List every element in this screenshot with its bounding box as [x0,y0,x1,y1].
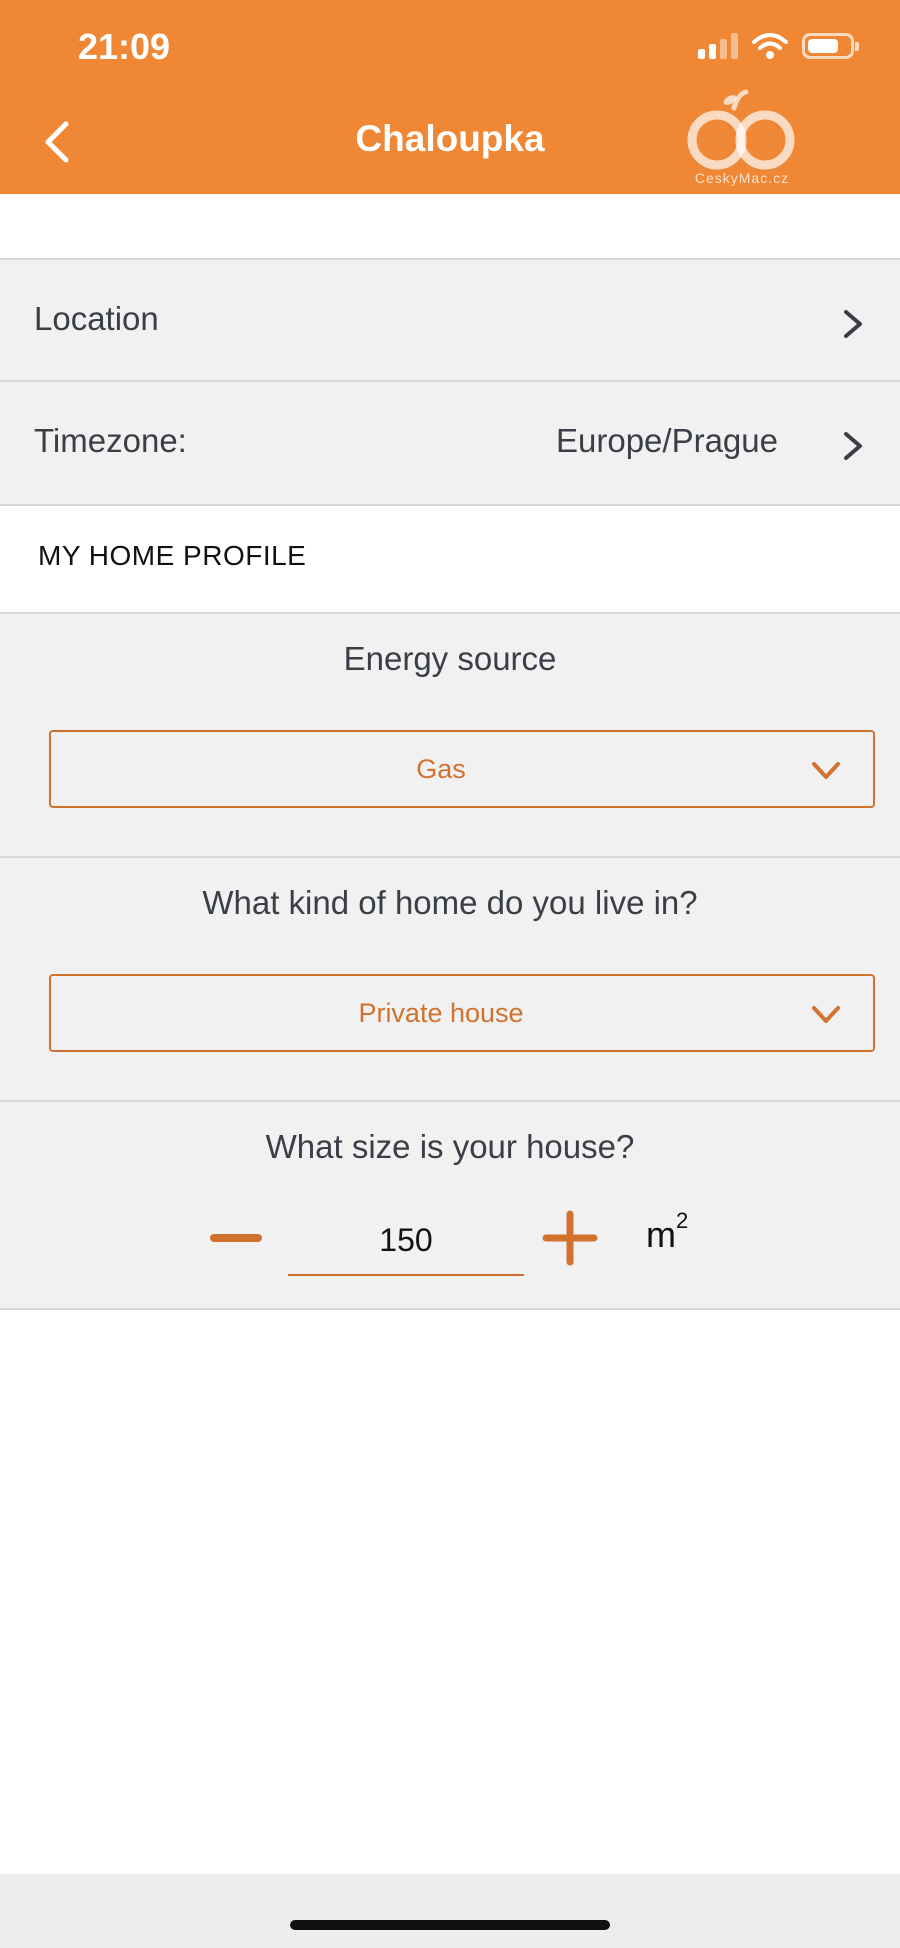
size-unit: m2 [646,1208,689,1255]
plus-button[interactable] [540,1208,600,1268]
chevron-down-icon [812,762,840,779]
chevron-right-icon [844,310,862,338]
timezone-label: Timezone: [34,422,187,459]
home-type-question: What kind of home do you live in? [202,884,698,921]
status-icons [698,32,859,60]
wifi-icon [752,33,788,59]
home-type-select[interactable]: Private house [49,974,875,1052]
section-title: MY HOME PROFILE [38,540,307,571]
energy-source-select[interactable]: Gas [49,730,875,808]
home-type-card: What kind of home do you live in? Privat… [0,856,900,1102]
divider [0,1308,900,1310]
energy-source-value: Gas [416,754,466,784]
status-time: 21:09 [78,26,171,67]
house-size-question: What size is your house? [265,1128,635,1165]
signal-icon [698,33,738,59]
battery-icon [802,33,859,59]
timezone-value: Europe/Prague [556,422,778,459]
app-screen: 21:09 Chaloupka CeskyMac.cz Location Tim… [0,0,900,1948]
home-bar-area [0,1874,900,1948]
chevron-right-icon [844,432,862,460]
energy-question: Energy source [343,640,557,677]
minus-button[interactable] [206,1208,266,1268]
home-type-value: Private house [358,998,524,1028]
logo-text: CeskyMac.cz [694,170,790,186]
house-size-input[interactable] [288,1206,524,1276]
house-size-card: What size is your house? [0,1100,900,1310]
timezone-row[interactable]: Timezone: Europe/Prague [0,380,900,506]
location-row[interactable]: Location [0,258,900,382]
home-indicator[interactable] [290,1920,610,1930]
location-label: Location [34,300,159,337]
header: 21:09 Chaloupka CeskyMac.cz [0,0,900,194]
energy-source-card: Energy source Gas [0,612,900,858]
size-unit-exponent: 2 [676,1208,689,1233]
chevron-down-icon [812,1006,840,1023]
